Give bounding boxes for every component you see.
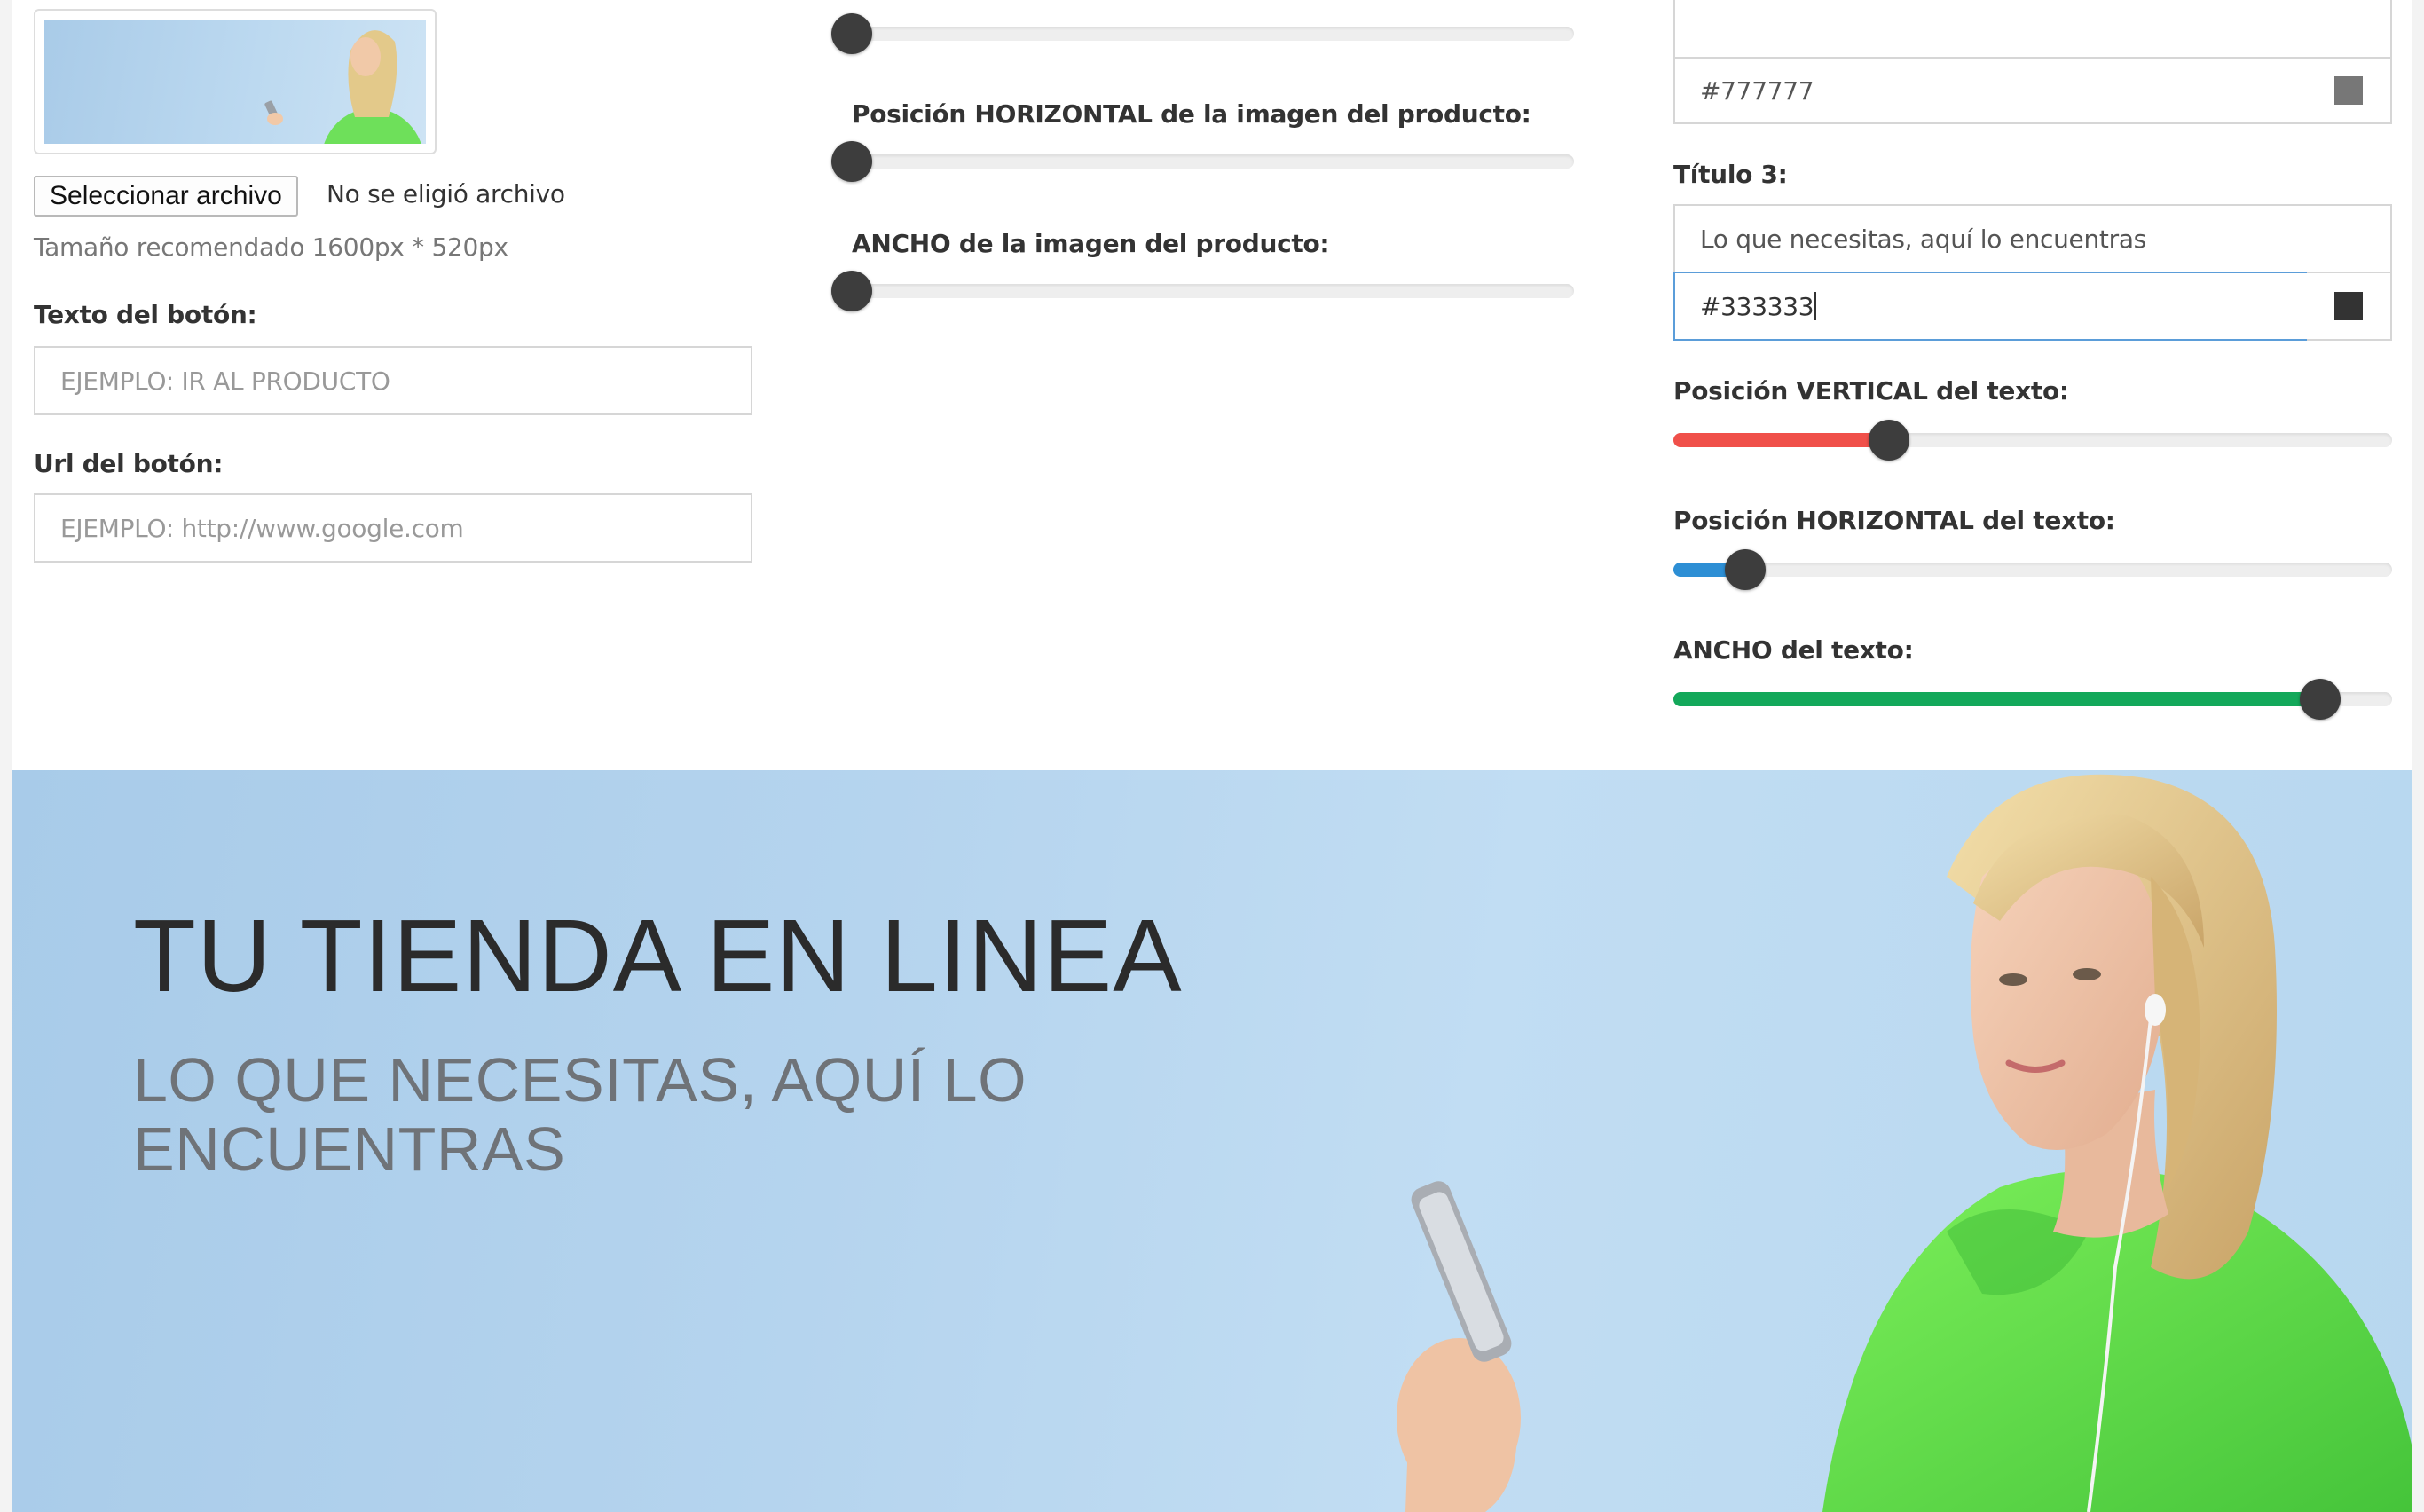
banner-product-image [1397,774,2412,1512]
image-width-slider-track[interactable] [831,271,1574,311]
image-horizontal-slider-track[interactable] [831,141,1574,182]
text-width-slider-fill [1673,692,2320,706]
title3-text-input[interactable]: Lo que necesitas, aquí lo encuentras [1673,204,2392,273]
image-vertical-slider-track[interactable] [831,13,1574,54]
image-width-label: ANCHO de la imagen del producto: [852,229,1330,258]
button-url-label: Url del botón: [34,449,224,478]
recommended-size-hint: Tamaño recomendado 1600px * 520px [34,232,508,262]
title3-color-picker-button[interactable] [2307,272,2392,341]
button-text-label: Texto del botón: [34,300,257,329]
title3-color-input[interactable]: #333333 [1673,272,2309,341]
button-url-input[interactable]: EJEMPLO: http://www.google.com [34,493,752,563]
image-width-slider-handle[interactable] [831,271,872,311]
image-vertical-slider-handle[interactable] [831,13,872,54]
file-status-text: No se eligió archivo [327,179,565,209]
image-horizontal-slider-handle[interactable] [831,141,872,182]
text-horizontal-label: Posición HORIZONTAL del texto: [1673,506,2115,535]
text-vertical-slider-track[interactable] [1673,420,2392,461]
text-vertical-slider-fill [1673,433,1889,447]
choose-file-button[interactable]: Seleccionar archivo [34,176,298,217]
button-text-input[interactable]: EJEMPLO: IR AL PRODUCTO [34,346,752,415]
title2-color-input[interactable]: #777777 [1673,57,2309,124]
text-width-label: ANCHO del texto: [1673,635,1914,665]
text-horizontal-slider-handle[interactable] [1725,549,1766,590]
text-vertical-label: Posición VERTICAL del texto: [1673,376,2069,406]
title2-text-input[interactable] [1673,0,2392,59]
title2-color-swatch [2334,76,2363,105]
text-caret [1814,292,1817,320]
text-width-slider-handle[interactable] [2300,679,2341,720]
banner-subtitle: LO QUE NECESITAS, AQUÍ LO ENCUENTRAS [133,1045,1027,1184]
image-thumbnail-frame [34,9,437,154]
banner-preview: TU TIENDA EN LINEA LO QUE NECESITAS, AQU… [12,770,2412,1512]
banner-title: TU TIENDA EN LINEA [133,898,1183,1013]
title3-color-swatch [2334,292,2363,320]
image-horizontal-label: Posición HORIZONTAL de la imagen del pro… [852,99,1531,129]
title3-color-value: #333333 [1700,291,1814,321]
title2-color-picker-button[interactable] [2307,57,2392,124]
text-vertical-slider-handle[interactable] [1869,420,1909,461]
product-image-thumbnail [44,20,426,144]
text-horizontal-slider-track[interactable] [1673,549,2392,590]
title3-label: Título 3: [1673,160,1788,189]
text-width-slider-track[interactable] [1673,679,2392,720]
